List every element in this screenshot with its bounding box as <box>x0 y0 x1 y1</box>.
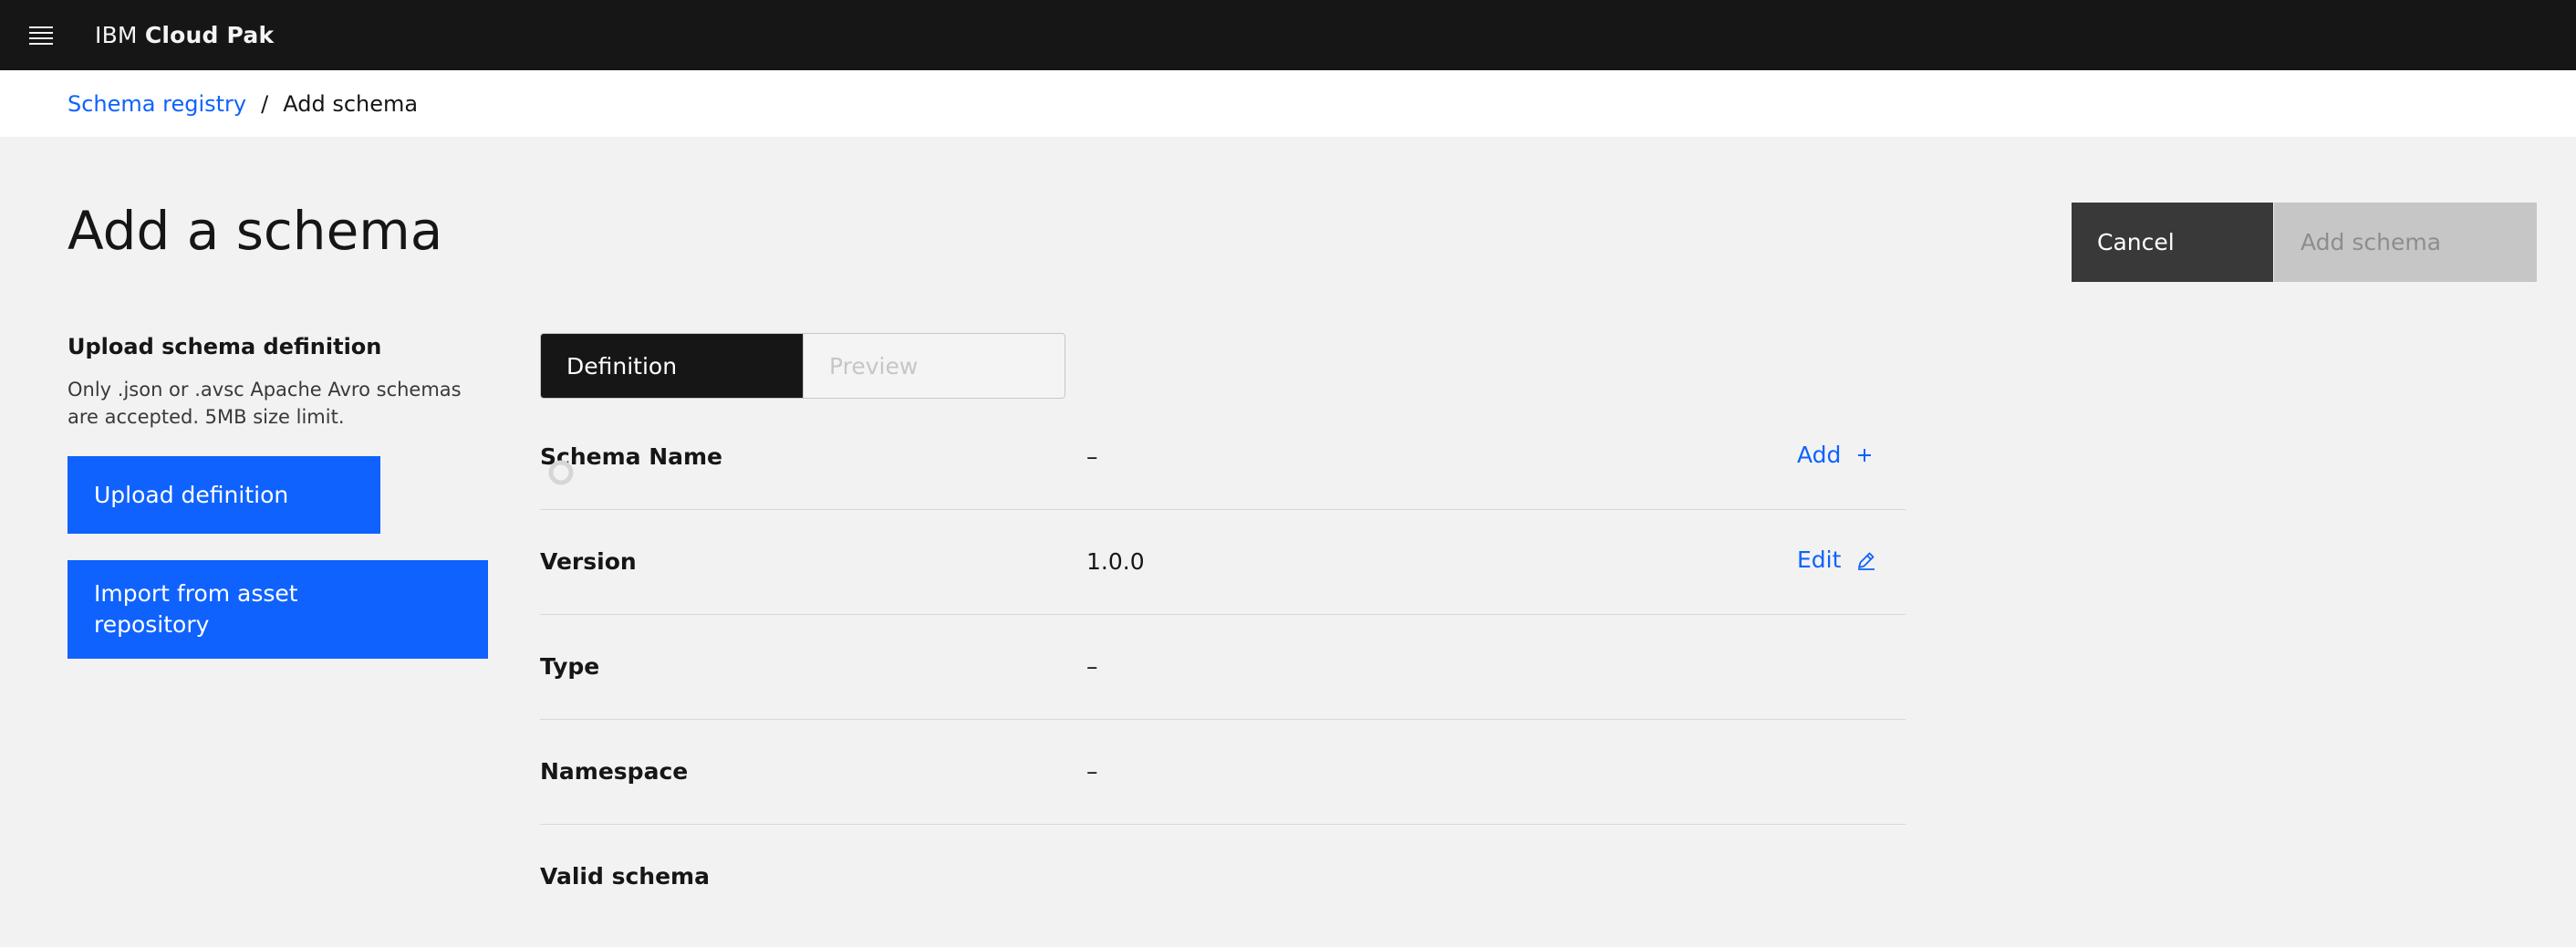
pencil-icon <box>1855 549 1877 571</box>
status-pending-icon <box>547 459 575 490</box>
view-switcher: Definition Preview <box>540 333 1065 399</box>
brand-name: Cloud Pak <box>144 22 275 48</box>
detail-label: Version <box>540 548 637 575</box>
hamburger-menu-icon[interactable] <box>0 0 82 70</box>
schema-details-list: Schema Name – Add Version 1.0.0 Edit Typ… <box>540 405 1906 930</box>
action-label: Edit <box>1797 546 1842 573</box>
upload-help-text: Only .json or .avsc Apache Avro schemas … <box>68 379 462 429</box>
import-from-asset-repository-button[interactable]: Import from asset repository <box>68 560 488 659</box>
detail-value: – <box>1086 758 1098 785</box>
breadcrumb: Schema registry / Add schema <box>0 70 2576 137</box>
detail-label: Valid schema <box>540 863 710 890</box>
breadcrumb-separator: / <box>261 90 269 117</box>
edit-version-button[interactable]: Edit <box>1797 546 1877 573</box>
detail-row-valid-schema: Valid schema <box>540 825 1906 930</box>
top-header: IBM Cloud Pak <box>0 0 2576 70</box>
detail-value: – <box>1086 443 1098 470</box>
detail-row-namespace: Namespace – <box>540 720 1906 825</box>
add-schema-button[interactable]: Add schema <box>2274 203 2537 282</box>
tab-preview[interactable]: Preview <box>803 334 1065 398</box>
detail-row-schema-name: Schema Name – Add <box>540 405 1906 510</box>
add-schema-name-button[interactable]: Add <box>1797 442 1874 468</box>
detail-row-version: Version 1.0.0 Edit <box>540 510 1906 615</box>
page-title: Add a schema <box>68 200 443 262</box>
cancel-button[interactable]: Cancel <box>2072 203 2273 282</box>
detail-label: Type <box>540 653 600 680</box>
brand-prefix: IBM <box>95 22 138 48</box>
upload-heading: Upload schema definition <box>68 334 382 359</box>
menu-lines <box>29 26 53 45</box>
detail-value: 1.0.0 <box>1086 548 1145 575</box>
detail-value: – <box>1086 653 1098 680</box>
breadcrumb-link-schema-registry[interactable]: Schema registry <box>68 91 246 117</box>
action-label: Add <box>1797 442 1842 468</box>
detail-label: Namespace <box>540 758 689 785</box>
detail-row-type: Type – <box>540 615 1906 720</box>
plus-icon <box>1855 446 1874 464</box>
upload-definition-button[interactable]: Upload definition <box>68 456 380 534</box>
tab-definition[interactable]: Definition <box>541 334 803 398</box>
app-brand[interactable]: IBM Cloud Pak <box>95 22 274 48</box>
breadcrumb-current: Add schema <box>283 90 419 117</box>
